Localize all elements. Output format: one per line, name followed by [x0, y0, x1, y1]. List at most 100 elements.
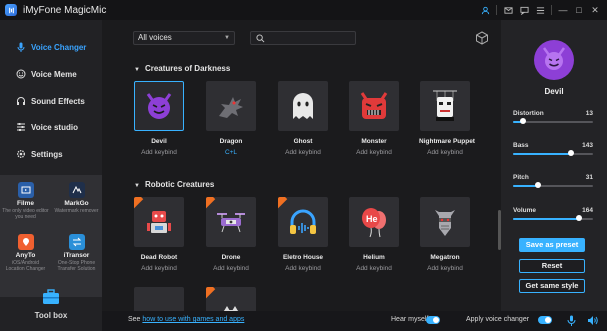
tool-desc: Watermark remover [54, 208, 99, 214]
toolbox-panel: Filme The only video editor you need Mar… [0, 175, 102, 297]
apply-voice-changer-toggle[interactable] [538, 316, 552, 324]
save-as-preset-button[interactable]: Save as preset [519, 238, 585, 252]
speaker-icon[interactable] [587, 315, 598, 326]
voice-card-devil[interactable]: Devil Add keybind [133, 81, 185, 156]
toolbox-label: Tool box [34, 311, 68, 320]
robot-cat-icon [206, 287, 256, 311]
svg-text:He: He [366, 214, 378, 224]
slider-knob[interactable] [534, 182, 541, 188]
sidebar-item-voice-studio[interactable]: Voice studio [16, 120, 78, 134]
tool-anyto[interactable]: AnyTo iOS/Android Location Changer [0, 230, 51, 282]
search-input[interactable] [250, 31, 356, 45]
divider [496, 5, 497, 15]
tool-markgo[interactable]: MarkGo Watermark remover [51, 178, 102, 230]
new-ribbon [206, 287, 216, 302]
tool-desc: The only video editor you need [2, 208, 49, 220]
bottom-bar: See how to use with games and apps Hear … [102, 311, 607, 331]
voice-name: Monster [361, 138, 387, 145]
voice-card[interactable] [205, 287, 257, 311]
slider-knob[interactable] [567, 150, 574, 156]
tool-itransor[interactable]: iTransor One-Stop Phone Transfer Solutio… [51, 230, 102, 282]
minimize-icon[interactable]: — [555, 0, 571, 20]
headphones-music-icon [278, 197, 328, 247]
add-keybind-link[interactable]: Add keybind [205, 265, 257, 272]
voice-name: Nightmare Puppet [419, 138, 475, 145]
apply-voice-changer-label: Apply voice changer [466, 316, 530, 323]
voice-card-dragon[interactable]: Dragon C+L [205, 81, 257, 156]
section-title-text: Robotic Creatures [144, 180, 215, 189]
tool-name: MarkGo [64, 200, 89, 207]
monster-icon [349, 81, 399, 131]
selected-voice-name: Devil [544, 87, 564, 96]
add-keybind-link[interactable]: Add keybind [133, 265, 185, 272]
close-icon[interactable]: ✕ [587, 0, 603, 20]
tool-name: iTransor [63, 252, 90, 259]
slider-knob[interactable] [575, 215, 582, 221]
reset-button[interactable]: Reset [519, 259, 585, 273]
add-keybind-link[interactable]: Add keybind [419, 149, 471, 156]
voice-card-dead-robot[interactable]: Dead Robot Add keybind [133, 197, 185, 272]
headphones-icon [16, 96, 26, 106]
divider [551, 5, 552, 15]
how-to-use-link[interactable]: how to use with games and apps [142, 316, 244, 323]
section-title[interactable]: ▼ Robotic Creatures [134, 180, 214, 189]
film-icon [17, 182, 34, 198]
voice-card-nightmare-puppet[interactable]: Nightmare Puppet Add keybind [419, 81, 475, 156]
voice-card-drone[interactable]: Drone Add keybind [205, 197, 257, 272]
sidebar-item-settings[interactable]: Settings [16, 147, 63, 161]
chat-icon[interactable] [516, 0, 532, 20]
user-icon[interactable] [477, 0, 493, 20]
voice-card-ghost[interactable]: Ghost Add keybind [277, 81, 329, 156]
puppet-icon [420, 81, 470, 131]
voice-settings-panel: Devil Distortion 13 Bass 143 Pitch 31 Vo… [501, 20, 607, 331]
sidebar-item-voice-changer[interactable]: Voice Changer [16, 40, 86, 54]
menu-icon[interactable] [532, 0, 548, 20]
voice-card-megatron[interactable]: Megatron Add keybind [419, 197, 471, 272]
get-same-style-button[interactable]: Get same style [519, 279, 585, 293]
sidebar-item-voice-meme[interactable]: Voice Meme [16, 67, 77, 81]
sidebar-item-sound-effects[interactable]: Sound Effects [16, 94, 85, 108]
add-keybind-link[interactable]: Add keybind [348, 149, 400, 156]
add-keybind-link[interactable]: Add keybind [277, 265, 329, 272]
tool-filme[interactable]: Filme The only video editor you need [0, 178, 51, 230]
megatron-icon [420, 197, 470, 247]
section-title[interactable]: ▼ Creatures of Darkness [134, 64, 230, 73]
distortion-slider[interactable]: Distortion 13 [513, 110, 593, 124]
mail-icon[interactable] [500, 0, 516, 20]
voice-name: Devil [151, 138, 167, 145]
pitch-slider[interactable]: Pitch 31 [513, 174, 593, 188]
sliders-icon [16, 122, 26, 132]
slider-value: 31 [585, 174, 593, 181]
voice-card[interactable] [133, 287, 185, 311]
slider-track [513, 182, 593, 188]
slider-label: Bass [513, 142, 529, 149]
volume-slider[interactable]: Volume 164 [513, 207, 593, 221]
hear-myself-label: Hear myself [391, 316, 429, 323]
microphone-icon[interactable] [567, 315, 576, 326]
maximize-icon[interactable]: □ [571, 0, 587, 20]
voice-filter-select[interactable]: All voices ▼ [133, 31, 235, 45]
slider-label: Distortion [513, 110, 544, 117]
add-keybind-link[interactable]: Add keybind [419, 265, 471, 272]
dead-robot-icon [134, 197, 184, 247]
slider-knob[interactable] [520, 118, 527, 124]
hear-myself-toggle[interactable] [426, 316, 440, 324]
voice-card-helium[interactable]: He Helium Add keybind [348, 197, 400, 272]
bass-slider[interactable]: Bass 143 [513, 142, 593, 156]
add-keybind-link[interactable]: Add keybind [133, 149, 185, 156]
voice-name: Dragon [219, 138, 243, 145]
voice-name: Eletro House [282, 254, 324, 261]
toolbox-icon [43, 289, 59, 304]
voice-library: All voices ▼ ▼ Creatures of Darkness Devi… [102, 20, 500, 311]
slider-value: 143 [582, 142, 593, 149]
slider-label: Pitch [513, 174, 529, 181]
new-ribbon [134, 197, 144, 212]
toolbox-button[interactable]: Tool box [27, 288, 75, 320]
add-keybind-link[interactable]: Add keybind [348, 265, 400, 272]
keybind-shortcut[interactable]: C+L [205, 149, 257, 156]
voice-card-eletro-house[interactable]: Eletro House Add keybind [277, 197, 329, 272]
tool-name: Filme [17, 200, 34, 207]
cube-icon[interactable] [475, 31, 489, 45]
add-keybind-link[interactable]: Add keybind [277, 149, 329, 156]
voice-card-monster[interactable]: Monster Add keybind [348, 81, 400, 156]
